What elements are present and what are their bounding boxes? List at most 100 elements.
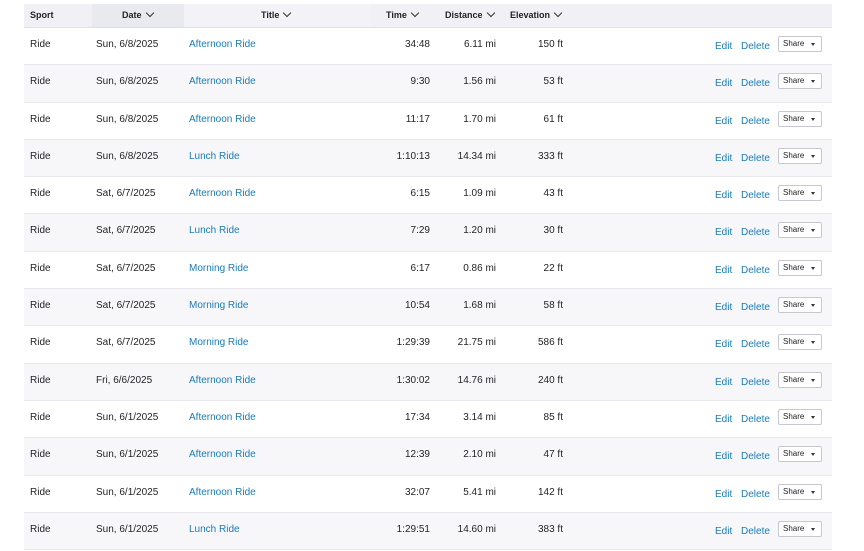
- cell-distance: 1.56 mi: [463, 76, 496, 88]
- delete-link[interactable]: Delete: [741, 403, 770, 439]
- cell-time: 10:54: [404, 300, 430, 312]
- activity-title-link[interactable]: Morning Ride: [189, 252, 248, 288]
- share-button[interactable]: Share: [778, 408, 822, 425]
- share-button[interactable]: Share: [778, 73, 822, 90]
- share-button-label: Share: [783, 150, 805, 160]
- edit-link[interactable]: Edit: [715, 403, 732, 439]
- edit-link[interactable]: Edit: [715, 328, 732, 364]
- table-row: Ride Sat, 6/7/2025 Morning Ride 1:29:39 21.7…: [24, 326, 832, 364]
- edit-link[interactable]: Edit: [715, 440, 732, 476]
- column-header-time[interactable]: Time: [386, 4, 420, 27]
- share-button[interactable]: Share: [778, 185, 822, 202]
- activity-title-link[interactable]: Afternoon Ride: [189, 364, 256, 400]
- cell-date: Sun, 6/1/2025: [96, 523, 159, 535]
- column-header-elevation[interactable]: Elevation: [510, 4, 563, 27]
- table-row: Ride Sun, 6/1/2025 Afternoon Ride 32:07 5.41…: [24, 476, 832, 513]
- caret-down-icon: [811, 117, 815, 121]
- edit-link[interactable]: Edit: [715, 67, 732, 103]
- activity-title-link[interactable]: Lunch Ride: [189, 513, 240, 549]
- cell-sport: Ride: [30, 486, 51, 498]
- delete-link[interactable]: Delete: [741, 478, 770, 514]
- column-header-date[interactable]: Date: [122, 4, 154, 27]
- activity-title-link[interactable]: Afternoon Ride: [189, 438, 256, 474]
- edit-link[interactable]: Edit: [715, 142, 732, 178]
- edit-link[interactable]: Edit: [715, 478, 732, 514]
- edit-link[interactable]: Edit: [715, 366, 732, 402]
- cell-distance: 14.34 mi: [457, 150, 496, 162]
- cell-distance: 14.60 mi: [457, 523, 496, 535]
- edit-link[interactable]: Edit: [715, 254, 732, 290]
- share-button-label: Share: [783, 39, 805, 48]
- cell-date: Sat, 6/7/2025: [96, 300, 156, 312]
- cell-date: Sat, 6/7/2025: [96, 188, 156, 200]
- cell-date: Sun, 6/8/2025: [96, 39, 159, 50]
- delete-link[interactable]: Delete: [741, 179, 770, 215]
- column-header-title[interactable]: Title: [261, 4, 292, 27]
- table-row: Ride Sun, 6/1/2025 Afternoon Ride 12:39 2.10…: [24, 438, 832, 476]
- delete-link[interactable]: Delete: [741, 105, 770, 141]
- delete-link[interactable]: Delete: [741, 291, 770, 327]
- delete-link[interactable]: Delete: [741, 328, 770, 364]
- caret-down-icon: [811, 341, 815, 345]
- delete-link[interactable]: Delete: [741, 216, 770, 252]
- delete-link[interactable]: Delete: [741, 440, 770, 476]
- cell-distance: 1.68 mi: [463, 300, 496, 312]
- cell-sport: Ride: [30, 523, 51, 535]
- cell-time: 9:30: [410, 76, 430, 88]
- edit-link[interactable]: Edit: [715, 30, 732, 66]
- edit-link[interactable]: Edit: [715, 179, 732, 215]
- activity-title-link[interactable]: Morning Ride: [189, 326, 248, 362]
- cell-elevation: 240 ft: [537, 374, 563, 386]
- cell-date: Sun, 6/8/2025: [96, 113, 159, 125]
- activity-title-link[interactable]: Afternoon Ride: [189, 103, 256, 139]
- delete-link[interactable]: Delete: [741, 366, 770, 402]
- delete-link[interactable]: Delete: [741, 142, 770, 178]
- share-button[interactable]: Share: [778, 483, 822, 500]
- chevron-down-icon: [410, 8, 420, 18]
- share-button[interactable]: Share: [778, 222, 822, 239]
- activity-title-link[interactable]: Afternoon Ride: [189, 65, 256, 101]
- chevron-down-icon: [283, 8, 292, 18]
- activity-title-link[interactable]: Afternoon Ride: [189, 28, 256, 64]
- table-row: Ride Sun, 6/1/2025 Lunch Ride 1:29:51 14.60 …: [24, 512, 832, 551]
- share-button[interactable]: Share: [778, 520, 822, 537]
- table-row: Ride Sun, 6/8/2025 Afternoon Ride 11:17 1.70…: [24, 103, 832, 140]
- edit-link[interactable]: Edit: [715, 515, 732, 551]
- edit-link[interactable]: Edit: [715, 105, 732, 141]
- share-button-label: Share: [783, 449, 805, 459]
- caret-down-icon: [811, 490, 815, 494]
- delete-link[interactable]: Delete: [741, 30, 770, 66]
- activity-title-link[interactable]: Lunch Ride: [189, 140, 240, 176]
- caret-down-icon: [811, 378, 815, 382]
- share-button[interactable]: Share: [778, 446, 822, 463]
- cell-date: Sun, 6/1/2025: [96, 449, 159, 461]
- share-button-label: Share: [783, 523, 805, 533]
- activity-title-link[interactable]: Afternoon Ride: [189, 401, 256, 437]
- cell-elevation: 586 ft: [537, 337, 563, 349]
- edit-link[interactable]: Edit: [715, 216, 732, 252]
- table-header: Sport Date Title Time Distance Elevation: [24, 4, 832, 28]
- cell-distance: 5.41 mi: [463, 486, 496, 498]
- activity-title-link[interactable]: Morning Ride: [189, 289, 248, 325]
- share-button[interactable]: Share: [778, 110, 822, 127]
- share-button[interactable]: Share: [778, 36, 822, 52]
- share-button-label: Share: [783, 225, 805, 235]
- cell-sport: Ride: [30, 374, 51, 386]
- activity-title-link[interactable]: Lunch Ride: [189, 214, 240, 250]
- delete-link[interactable]: Delete: [741, 67, 770, 103]
- share-button[interactable]: Share: [778, 297, 822, 314]
- caret-down-icon: [811, 80, 815, 84]
- column-header-distance[interactable]: Distance: [445, 4, 495, 27]
- edit-link[interactable]: Edit: [715, 291, 732, 327]
- delete-link[interactable]: Delete: [741, 515, 770, 551]
- cell-elevation: 58 ft: [543, 300, 563, 312]
- share-button[interactable]: Share: [778, 147, 822, 164]
- share-button[interactable]: Share: [778, 371, 822, 388]
- share-button[interactable]: Share: [778, 259, 822, 276]
- caret-down-icon: [811, 229, 815, 233]
- delete-link[interactable]: Delete: [741, 254, 770, 290]
- cell-sport: Ride: [30, 225, 51, 237]
- activity-title-link[interactable]: Afternoon Ride: [189, 476, 256, 512]
- activity-title-link[interactable]: Afternoon Ride: [189, 177, 256, 213]
- share-button[interactable]: Share: [778, 334, 822, 351]
